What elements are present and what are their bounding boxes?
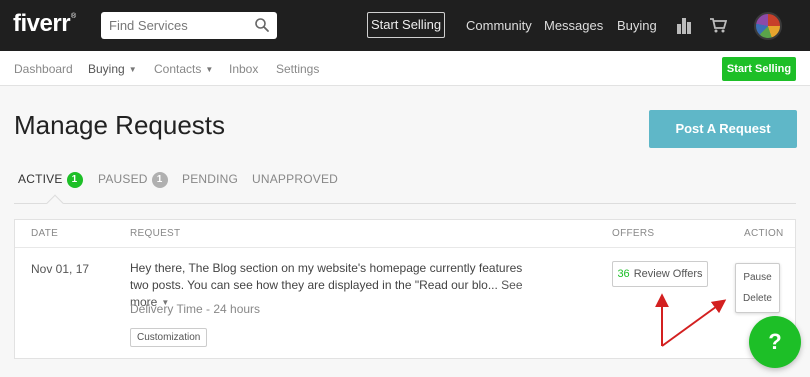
search-icon[interactable]: [254, 17, 270, 33]
review-offers-button[interactable]: 36 Review Offers: [612, 261, 708, 287]
sub-navbar: Dashboard Buying ▼ Contacts ▼ Inbox Settin…: [0, 51, 810, 86]
category-tag: Customization: [130, 328, 208, 347]
chevron-down-icon: ▼: [128, 65, 137, 75]
tab-paused[interactable]: PAUSED 1: [98, 172, 168, 188]
chevron-down-icon: ▼: [205, 65, 214, 75]
search-box: [101, 12, 277, 39]
count-badge: 1: [66, 172, 83, 188]
buying-link[interactable]: Buying: [617, 18, 657, 33]
action-menu: Pause Delete: [735, 263, 780, 313]
inbox-link[interactable]: Inbox: [229, 62, 258, 76]
tab-pending[interactable]: PENDING: [182, 172, 238, 186]
tab-unapproved[interactable]: UNAPPROVED: [252, 172, 338, 186]
divider: [15, 247, 795, 248]
cart-icon[interactable]: [709, 16, 727, 34]
top-navbar: fiverr® Start Selling Community Messages…: [0, 0, 810, 51]
buying-menu[interactable]: Buying ▼: [88, 62, 137, 76]
messages-link[interactable]: Messages: [544, 18, 603, 33]
request-date: Nov 01, 17: [31, 262, 90, 276]
post-request-button[interactable]: Post A Request: [649, 110, 797, 148]
avatar[interactable]: [754, 12, 782, 40]
start-selling-green-button[interactable]: Start Selling: [722, 57, 796, 81]
tab-active[interactable]: ACTIVE 1: [18, 172, 83, 188]
fiverr-logo[interactable]: fiverr®: [13, 10, 76, 38]
dashboard-link[interactable]: Dashboard: [14, 62, 73, 76]
help-button[interactable]: ?: [749, 316, 801, 368]
search-input[interactable]: [101, 12, 251, 39]
count-badge: 1: [151, 172, 168, 188]
offers-count: 36: [617, 268, 630, 280]
pause-action[interactable]: Pause: [736, 272, 779, 283]
column-header-action: ACTION: [744, 228, 784, 239]
column-header-request: REQUEST: [130, 228, 181, 239]
active-tab-indicator: [46, 194, 64, 212]
delivery-time: Delivery Time - 24 hours: [130, 302, 261, 316]
community-link[interactable]: Community: [466, 18, 532, 33]
delete-action[interactable]: Delete: [736, 293, 779, 304]
request-tabs: ACTIVE 1 PAUSED 1 PENDING UNAPPROVED: [14, 170, 796, 212]
stats-icon[interactable]: [677, 16, 691, 34]
requests-table: DATE REQUEST OFFERS ACTION Nov 01, 17 He…: [14, 219, 796, 359]
settings-link[interactable]: Settings: [276, 62, 319, 76]
column-header-date: DATE: [31, 228, 59, 239]
start-selling-button[interactable]: Start Selling: [367, 12, 445, 38]
column-header-offers: OFFERS: [612, 228, 655, 239]
page-title: Manage Requests: [14, 110, 226, 140]
contacts-menu[interactable]: Contacts ▼: [154, 62, 213, 76]
